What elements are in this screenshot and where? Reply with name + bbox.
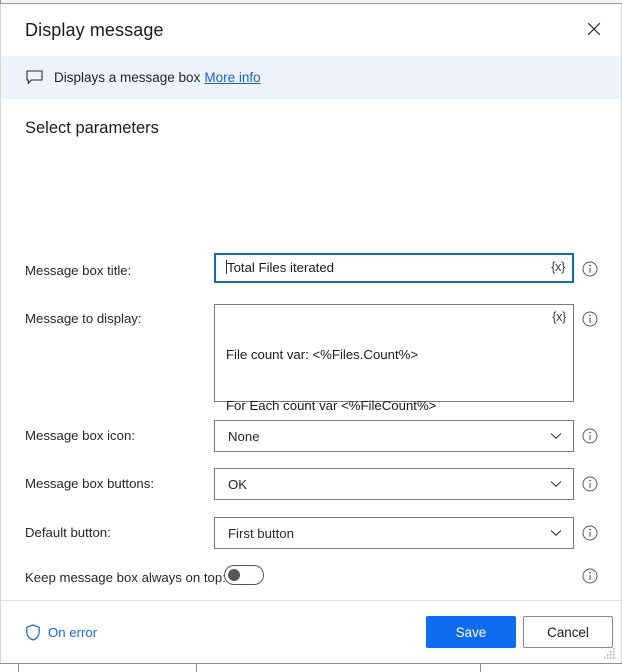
description-banner: Displays a message box More info [1,56,621,99]
message-box-icon-value: None [228,428,260,444]
message-bubble-icon [25,69,43,87]
label-message-box-buttons: Message box buttons: [25,476,155,491]
section-title: Select parameters [25,119,159,137]
info-icon-message-box-buttons[interactable] [582,476,598,492]
toggle-knob [228,569,240,581]
message-line-2: For Each count var <%FileCount%> [226,398,437,413]
variable-picker-button-title[interactable]: {x} [551,260,565,274]
message-box-title-value: Total Files iterated [227,260,335,275]
chevron-down-icon [550,530,562,537]
info-icon-default-button[interactable] [582,525,598,541]
desktop-backdrop: Display message Displays a message box M… [0,0,622,672]
message-box-buttons-select[interactable]: OK [214,468,574,500]
info-icon-keep-on-top[interactable] [582,568,598,584]
label-message-box-icon: Message box icon: [25,428,135,443]
chevron-down-icon [550,481,562,488]
message-box-title-input[interactable]: Total Files iterated {x} [214,253,574,283]
dialog-title: Display message [25,19,164,40]
shield-icon [26,623,40,641]
info-icon-message-box-title[interactable] [582,261,598,277]
on-error-button[interactable]: On error [25,623,98,641]
info-icon-message-to-display[interactable] [582,311,598,327]
info-icon-glyph [582,428,598,444]
default-button-value: First button [228,525,294,541]
background-window-bottom-strip [0,663,622,672]
banner-description: Displays a message box [54,70,201,85]
default-button-select[interactable]: First button [214,517,574,549]
save-button[interactable]: Save [426,616,516,648]
label-default-button: Default button: [25,525,111,540]
message-box-icon-select[interactable]: None [214,420,574,452]
variable-picker-button-message[interactable]: {x} [552,310,566,324]
label-keep-on-top: Keep message box always on top: [25,570,226,585]
info-icon-glyph [582,311,598,327]
keep-on-top-toggle[interactable] [224,565,264,585]
label-message-to-display: Message to display: [25,311,142,326]
message-bubble-icon-glyph [25,70,43,85]
info-icon-glyph [582,525,598,541]
dialog-body: Select parameters Message box title: Tot… [1,99,621,600]
info-icon-glyph [582,476,598,492]
close-icon-glyph [587,22,601,36]
resize-grip-icon[interactable] [604,648,616,660]
info-icon-glyph [582,568,598,584]
close-icon[interactable] [575,12,613,46]
dialog-footer: On error Save Cancel [1,600,621,663]
display-message-dialog: Display message Displays a message box M… [0,4,622,663]
message-line-1: File count var: <%Files.Count%> [226,347,419,362]
dialog-titlebar: Display message [1,4,621,56]
on-error-label: On error [48,624,98,640]
chevron-down-icon [550,433,562,440]
info-icon-message-box-icon[interactable] [582,428,598,444]
label-message-box-title: Message box title: [25,263,132,278]
more-info-link[interactable]: More info [204,70,260,85]
info-icon-glyph [582,261,598,277]
message-to-display-textarea[interactable]: File count var: <%Files.Count%> For Each… [214,304,574,413]
message-box-buttons-value: OK [228,476,248,492]
cancel-button[interactable]: Cancel [523,616,613,648]
